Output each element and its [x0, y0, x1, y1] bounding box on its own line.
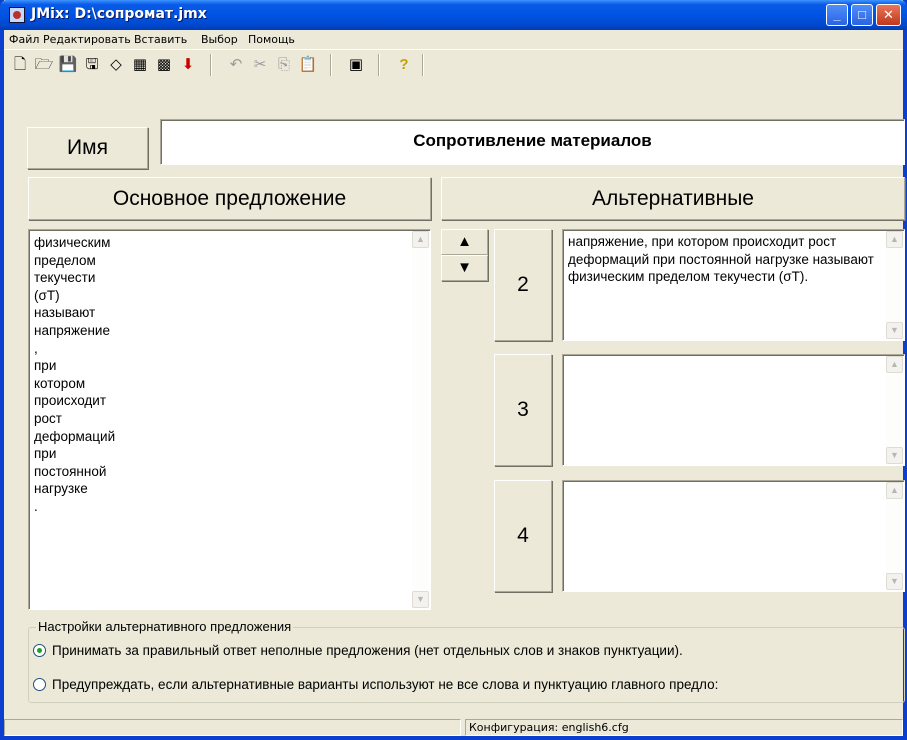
status-config: Конфигурация: english6.cfg	[465, 719, 903, 736]
move-buttons: ▲ ▼	[441, 229, 488, 281]
radio-checked-icon[interactable]	[33, 644, 46, 657]
menu-bar: Файл Редактировать Вставить Выбор Помощь	[4, 30, 903, 49]
maximize-button[interactable]: □	[851, 4, 873, 26]
radio-warn-incomplete[interactable]: Предупреждать, если альтернативные вариа…	[33, 677, 718, 692]
menu-select[interactable]: Выбор	[201, 33, 238, 46]
paste-icon[interactable]: 📋	[298, 55, 318, 75]
scroll-down-icon[interactable]: ▼	[412, 591, 429, 608]
status-bar: Конфигурация: english6.cfg	[4, 717, 903, 736]
move-up-button[interactable]: ▲	[441, 229, 488, 255]
alternative-text-3[interactable]: ▲ ▼	[562, 354, 905, 466]
status-cell-left	[4, 719, 461, 736]
list-item[interactable]: нагрузке	[34, 480, 430, 498]
list-item[interactable]: ,	[34, 340, 430, 358]
list-item[interactable]: физическим	[34, 234, 430, 252]
scroll-down-icon[interactable]: ▼	[886, 573, 903, 590]
window-title: JMix: D:\сопромат.jmx	[31, 6, 207, 22]
vertical-scrollbar[interactable]: ▲ ▼	[886, 231, 903, 339]
toolbar-separator	[330, 54, 332, 76]
scroll-down-icon[interactable]: ▼	[886, 447, 903, 464]
alternatives-heading: Альтернативные	[441, 177, 905, 220]
open-folder-icon[interactable]: 🗁	[34, 55, 54, 75]
scroll-up-icon[interactable]: ▲	[886, 482, 903, 499]
toolbar: 🗋 🗁 💾 🖫 ◇ ▦ ▩ ⬇ ↶ ✂ ⎘ 📋 ▣ ?	[4, 49, 903, 80]
toolbar-separator	[210, 54, 212, 76]
copy-icon[interactable]: ⎘	[274, 55, 294, 75]
scroll-down-icon[interactable]: ▼	[886, 322, 903, 339]
app-window: JMix: D:\сопромат.jmx _ □ ✕ Файл Редакти…	[0, 0, 907, 740]
alternative-text-4[interactable]: ▲ ▼	[562, 480, 905, 592]
alternative-text: напряжение, при котором происходит рост …	[568, 234, 874, 285]
main-sentence-list[interactable]: физическим пределом текучести (σT) назыв…	[28, 229, 431, 610]
list-item[interactable]: текучести	[34, 269, 430, 287]
main-sentence-heading: Основное предложение	[28, 177, 431, 220]
vertical-scrollbar[interactable]: ▲ ▼	[886, 356, 903, 464]
scroll-up-icon[interactable]: ▲	[886, 356, 903, 373]
alternative-number-4[interactable]: 4	[494, 480, 552, 592]
list-item[interactable]: постоянной	[34, 463, 430, 481]
export-web-alt-icon[interactable]: ▩	[154, 55, 174, 75]
alternative-settings-group: Настройки альтернативного предложения Пр…	[28, 619, 905, 703]
radio-unchecked-icon[interactable]	[33, 678, 46, 691]
eraser-icon[interactable]: ◇	[106, 55, 126, 75]
list-item[interactable]: напряжение	[34, 322, 430, 340]
vertical-scrollbar[interactable]: ▲ ▼	[412, 231, 429, 608]
radio-label: Принимать за правильный ответ неполные п…	[52, 643, 683, 658]
group-title: Настройки альтернативного предложения	[36, 619, 294, 634]
scroll-up-icon[interactable]: ▲	[886, 231, 903, 248]
scroll-up-icon[interactable]: ▲	[412, 231, 429, 248]
toolbar-separator	[378, 54, 380, 76]
name-field[interactable]: Сопротивление материалов	[160, 119, 905, 165]
alternative-number-2[interactable]: 2	[494, 229, 552, 341]
list-item[interactable]: рост	[34, 410, 430, 428]
close-button[interactable]: ✕	[876, 4, 901, 26]
settings-icon[interactable]: ▣	[346, 55, 366, 75]
list-item[interactable]: при	[34, 445, 430, 463]
new-file-icon[interactable]: 🗋	[10, 55, 30, 75]
save-icon[interactable]: 💾	[58, 55, 78, 75]
app-icon[interactable]	[9, 7, 25, 23]
cut-icon[interactable]: ✂	[250, 55, 270, 75]
undo-icon[interactable]: ↶	[226, 55, 246, 75]
help-icon[interactable]: ?	[394, 55, 414, 75]
menu-insert[interactable]: Вставить	[134, 33, 187, 46]
menu-file[interactable]: Файл	[9, 33, 39, 46]
list-item[interactable]: деформаций	[34, 428, 430, 446]
radio-label: Предупреждать, если альтернативные вариа…	[52, 677, 719, 692]
radio-accept-partial[interactable]: Принимать за правильный ответ неполные п…	[33, 643, 683, 658]
list-item[interactable]: пределом	[34, 252, 430, 270]
menu-help[interactable]: Помощь	[248, 33, 295, 46]
save-as-icon[interactable]: 🖫	[82, 55, 102, 75]
list-item[interactable]: при	[34, 357, 430, 375]
alternative-number-3[interactable]: 3	[494, 354, 552, 466]
menu-edit[interactable]: Редактировать	[43, 33, 131, 46]
alternative-text-2[interactable]: напряжение, при котором происходит рост …	[562, 229, 905, 341]
list-item[interactable]: называют	[34, 304, 430, 322]
list-item[interactable]: происходит	[34, 392, 430, 410]
export-web-icon[interactable]: ▦	[130, 55, 150, 75]
insert-arrow-icon[interactable]: ⬇	[178, 55, 198, 75]
list-item[interactable]: .	[34, 498, 430, 516]
list-item[interactable]: котором	[34, 375, 430, 393]
toolbar-separator	[422, 54, 424, 76]
name-label: Имя	[27, 127, 148, 169]
title-bar: JMix: D:\сопромат.jmx _ □ ✕	[0, 0, 907, 30]
minimize-button[interactable]: _	[826, 4, 848, 26]
move-down-button[interactable]: ▼	[441, 255, 488, 281]
list-item[interactable]: (σT)	[34, 287, 430, 305]
vertical-scrollbar[interactable]: ▲ ▼	[886, 482, 903, 590]
